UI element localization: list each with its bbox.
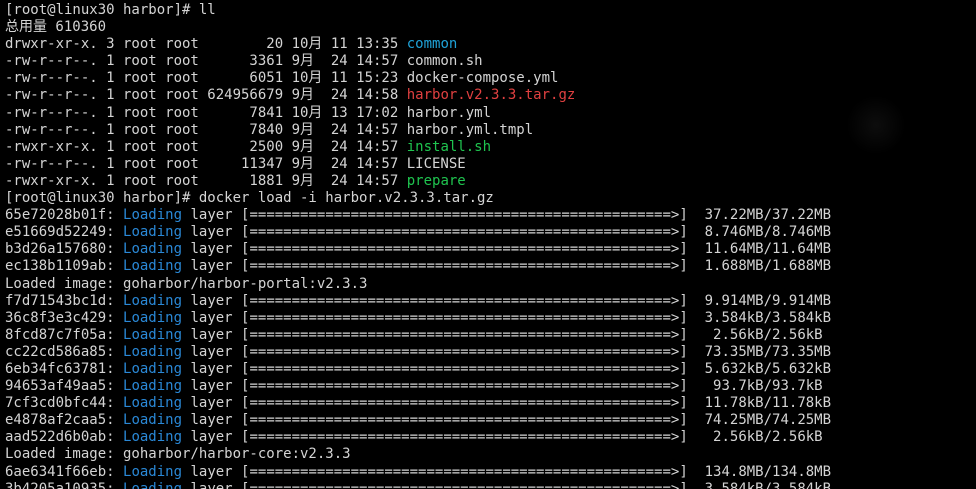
terminal-text: layer [=================================… <box>182 309 832 326</box>
terminal-line: 3b4205a10935: Loading layer [===========… <box>5 481 973 489</box>
terminal-text: [root@linux30 harbor]# ll <box>5 2 216 18</box>
terminal-line: -rw-r--r--. 1 root root 7840 9月 24 14:57… <box>5 122 973 139</box>
terminal-text: layer [=================================… <box>182 378 823 395</box>
terminal-line: Loaded image: goharbor/harbor-core:v2.3.… <box>5 446 973 463</box>
terminal-text: layer [=================================… <box>182 292 832 309</box>
highlighted-text: Loading <box>123 326 183 343</box>
terminal-line: -rw-r--r--. 1 root root 7841 10月 13 17:0… <box>5 105 973 122</box>
watermark-logo <box>846 95 906 155</box>
highlighted-text: Loading <box>123 343 183 360</box>
terminal-line: -rw-r--r--. 1 root root 6051 10月 11 15:2… <box>5 70 973 87</box>
terminal-text: 3b4205a10935: <box>5 480 124 489</box>
terminal-text: ec138b1109ab: <box>5 258 124 275</box>
terminal-text: Loaded image: goharbor/harbor-core:v2.3.… <box>5 446 351 463</box>
terminal-line: f7d71543bc1d: Loading layer [===========… <box>5 293 973 310</box>
terminal-text: -rw-r--r--. 1 root root 6051 10月 11 15:2… <box>5 70 559 87</box>
terminal-line: drwxr-xr-x. 3 root root 20 10月 11 13:35 … <box>5 36 973 53</box>
terminal-text: [root@linux30 harbor]# docker load -i ha… <box>5 190 494 207</box>
terminal-text: -rw-r--r--. 1 root root 624956679 9月 24 … <box>5 87 407 104</box>
terminal-text: -rw-r--r--. 1 root root 11347 9月 24 14:5… <box>5 155 466 172</box>
terminal-text: 8fcd87c7f05a: <box>5 326 124 343</box>
terminal-line: 总用量 610360 <box>5 19 973 36</box>
terminal-text: layer [=================================… <box>182 429 823 446</box>
terminal-line: 65e72028b01f: Loading layer [===========… <box>5 207 973 224</box>
terminal-text: 94653af49aa5: <box>5 378 124 395</box>
highlighted-text: Loading <box>123 258 183 275</box>
terminal-text: layer [=================================… <box>182 395 832 412</box>
highlighted-text: common <box>406 36 458 53</box>
terminal-text: layer [=================================… <box>182 412 832 429</box>
terminal-text: -rw-r--r--. 1 root root 7840 9月 24 14:57… <box>5 121 534 138</box>
terminal-line: e4878af2caa5: Loading layer [===========… <box>5 412 973 429</box>
terminal-line: -rwxr-xr-x. 1 root root 2500 9月 24 14:57… <box>5 139 973 156</box>
highlighted-text: prepare <box>406 172 466 189</box>
highlighted-text: Loading <box>123 463 183 480</box>
terminal-line: 6ae6341f66eb: Loading layer [===========… <box>5 464 973 481</box>
highlighted-text: Loading <box>123 224 183 241</box>
terminal-text: e51669d52249: <box>5 224 124 241</box>
terminal-text: layer [=================================… <box>182 326 823 343</box>
highlighted-text: Loading <box>123 395 183 412</box>
terminal-output[interactable]: [root@linux30 harbor]# ll 总用量 610360 drwxr… <box>5 2 973 489</box>
terminal-text: -rw-r--r--. 1 root root 3361 9月 24 14:57… <box>5 53 483 70</box>
terminal-text: aad522d6b0ab: <box>5 429 124 446</box>
terminal-line: b3d26a157680: Loading layer [===========… <box>5 241 973 258</box>
terminal-line: -rw-r--r--. 1 root root 3361 9月 24 14:57… <box>5 53 973 70</box>
terminal-line: -rwxr-xr-x. 1 root root 1881 9月 24 14:57… <box>5 173 973 190</box>
terminal-line: 94653af49aa5: Loading layer [===========… <box>5 378 973 395</box>
highlighted-text: Loading <box>123 360 183 377</box>
terminal-text: layer [=================================… <box>182 258 832 275</box>
terminal-line: e51669d52249: Loading layer [===========… <box>5 224 973 241</box>
highlighted-text: harbor.v2.3.3.tar.gz <box>406 87 576 104</box>
highlighted-text: Loading <box>123 412 183 429</box>
terminal-line: -rw-r--r--. 1 root root 624956679 9月 24 … <box>5 87 973 104</box>
terminal-text: layer [=================================… <box>182 343 832 360</box>
terminal-line: 8fcd87c7f05a: Loading layer [===========… <box>5 327 973 344</box>
highlighted-text: Loading <box>123 429 183 446</box>
terminal-text: -rwxr-xr-x. 1 root root 2500 9月 24 14:57 <box>5 138 407 155</box>
terminal-text: layer [=================================… <box>182 360 832 377</box>
terminal-text: layer [=================================… <box>182 241 832 258</box>
highlighted-text: Loading <box>123 241 183 258</box>
highlighted-text: Loading <box>123 378 183 395</box>
terminal-text: layer [=================================… <box>182 480 832 489</box>
highlighted-text: Loading <box>123 292 183 309</box>
terminal-line: cc22cd586a85: Loading layer [===========… <box>5 344 973 361</box>
terminal-line: [root@linux30 harbor]# docker load -i ha… <box>5 190 973 207</box>
terminal-line: 36c8f3e3c429: Loading layer [===========… <box>5 310 973 327</box>
terminal-line: -rw-r--r--. 1 root root 11347 9月 24 14:5… <box>5 156 973 173</box>
terminal-text: 6eb34fc63781: <box>5 360 124 377</box>
terminal-text: 36c8f3e3c429: <box>5 309 124 326</box>
terminal-text: -rwxr-xr-x. 1 root root 1881 9月 24 14:57 <box>5 172 407 189</box>
highlighted-text: install.sh <box>406 138 492 155</box>
terminal-text: 7cf3cd0bfc44: <box>5 395 124 412</box>
terminal-text: 6ae6341f66eb: <box>5 463 124 480</box>
terminal-text: 65e72028b01f: <box>5 207 124 224</box>
terminal-text: 总用量 610360 <box>5 19 107 36</box>
terminal-line: 6eb34fc63781: Loading layer [===========… <box>5 361 973 378</box>
highlighted-text: Loading <box>123 309 183 326</box>
terminal-text: Loaded image: goharbor/harbor-portal:v2.… <box>5 275 368 292</box>
terminal-line: Loaded image: goharbor/harbor-portal:v2.… <box>5 276 973 293</box>
terminal-line: ec138b1109ab: Loading layer [===========… <box>5 258 973 275</box>
terminal-text: cc22cd586a85: <box>5 343 124 360</box>
terminal-text: f7d71543bc1d: <box>5 292 124 309</box>
terminal-text: layer [=================================… <box>182 463 832 480</box>
terminal-text: drwxr-xr-x. 3 root root 20 10月 11 13:35 <box>5 36 407 53</box>
terminal-line: aad522d6b0ab: Loading layer [===========… <box>5 429 973 446</box>
terminal-line: [root@linux30 harbor]# ll <box>5 2 973 19</box>
terminal-text: e4878af2caa5: <box>5 412 124 429</box>
highlighted-text: Loading <box>123 480 183 489</box>
terminal-text: layer [=================================… <box>182 224 832 241</box>
terminal-text: layer [=================================… <box>182 207 832 224</box>
highlighted-text: Loading <box>123 207 183 224</box>
terminal-text: b3d26a157680: <box>5 241 124 258</box>
terminal-line: 7cf3cd0bfc44: Loading layer [===========… <box>5 395 973 412</box>
terminal-text: -rw-r--r--. 1 root root 7841 10月 13 17:0… <box>5 104 492 121</box>
